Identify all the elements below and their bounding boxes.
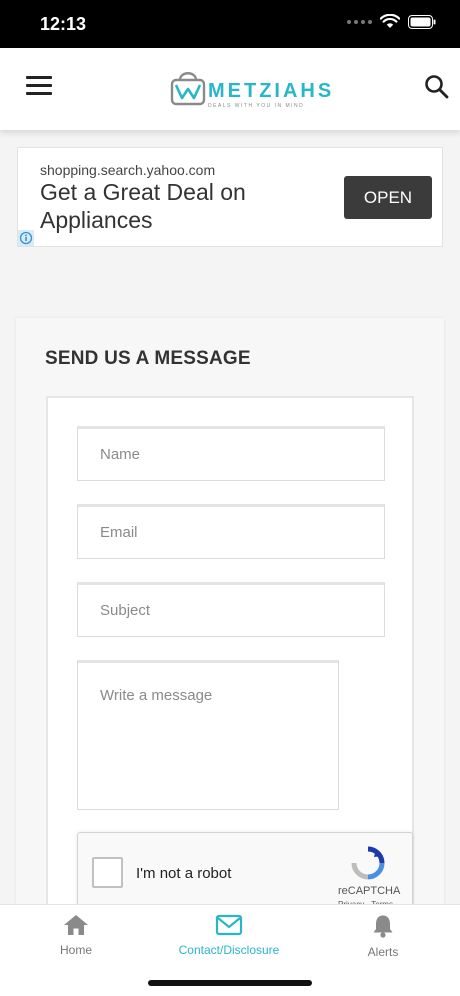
tab-alerts[interactable]: Alerts (318, 913, 448, 969)
status-icons (347, 14, 436, 29)
tab-home-label: Home (59, 943, 92, 957)
cellular-signal-icon (347, 19, 372, 24)
battery-icon (408, 14, 436, 29)
ad-open-button[interactable]: OPEN (344, 176, 432, 219)
search-icon[interactable] (424, 74, 450, 100)
recaptcha-logo-icon (351, 846, 385, 880)
message-textarea[interactable] (77, 660, 339, 810)
ad-source: shopping.search.yahoo.com (40, 162, 216, 178)
subject-input[interactable] (77, 582, 385, 637)
contact-form-title: SEND US A MESSAGE (45, 348, 251, 369)
home-indicator (148, 980, 312, 986)
wifi-icon (380, 14, 400, 28)
ad-headline[interactable]: Get a Great Deal on Appliances (40, 178, 330, 234)
email-input[interactable] (77, 504, 385, 559)
recaptcha-checkbox[interactable] (92, 857, 123, 888)
tab-home[interactable]: Home (11, 913, 141, 969)
contact-form: I'm not a robot reCAPTCHA Privacy - Term… (46, 396, 414, 936)
home-icon (64, 915, 88, 935)
logo-tagline: DEALS WITH YOU IN MIND (208, 103, 305, 109)
recaptcha-label: I'm not a robot (136, 865, 232, 882)
site-logo[interactable]: METZIAHS DEALS WITH YOU IN MIND (170, 66, 331, 110)
tab-contact-label: Contact/Disclosure (178, 943, 280, 957)
shopping-bag-icon (170, 72, 206, 106)
tab-contact-disclosure[interactable]: Contact/Disclosure (164, 913, 294, 969)
name-input[interactable] (77, 426, 385, 481)
status-time: 12:13 (40, 14, 87, 34)
contact-card: SEND US A MESSAGE I'm not a robot reCAPT… (16, 318, 444, 936)
info-icon[interactable] (18, 230, 34, 246)
recaptcha-widget: I'm not a robot reCAPTCHA Privacy - Term… (77, 832, 413, 912)
status-bar: 12:13 (0, 0, 460, 48)
app-header: METZIAHS DEALS WITH YOU IN MIND (0, 48, 460, 130)
envelope-icon (215, 914, 243, 936)
tab-alerts-label: Alerts (367, 945, 399, 959)
bell-icon (373, 915, 393, 938)
hamburger-icon[interactable] (26, 76, 54, 98)
ad-banner[interactable]: shopping.search.yahoo.com Get a Great De… (17, 147, 443, 247)
logo-wordmark: METZIAHS (208, 80, 335, 102)
recaptcha-brand: reCAPTCHA (338, 885, 401, 897)
